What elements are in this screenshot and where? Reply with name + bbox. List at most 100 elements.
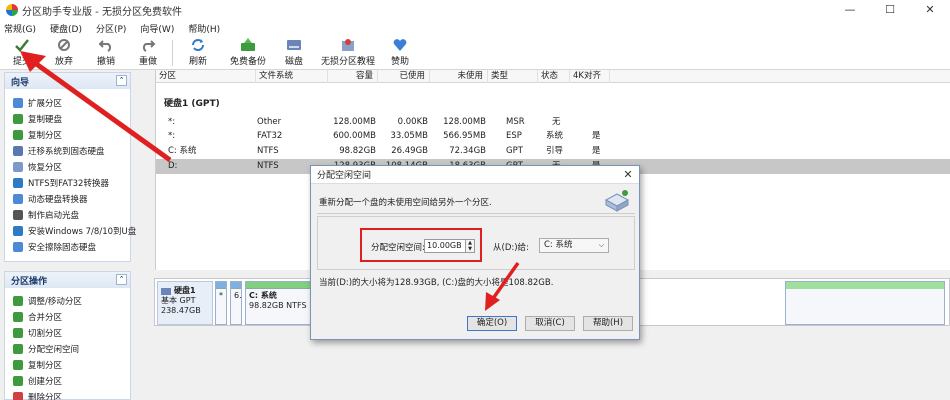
disk-title: 硬盘1 (GPT) [164,99,220,109]
table-row[interactable]: *: Other 128.00MB 0.00KB 128.00MB MSR 无 [156,115,950,130]
target-partition-select[interactable]: C: 系统 ⌵ [539,238,609,253]
merge-icon [13,312,23,322]
partition-segment[interactable]: 6. [230,281,242,325]
undo-icon [97,37,115,53]
disk-button[interactable]: 磁盘 [280,37,308,69]
help-button[interactable]: 帮助(H) [583,316,633,331]
table-row[interactable]: *: FAT32 600.00MB 33.05MB 566.95MB ESP 系… [156,129,950,144]
delete-icon [13,392,23,400]
menu-help[interactable]: 帮助(H) [188,22,220,35]
sponsor-label: 赞助 [390,57,409,67]
ops-item[interactable]: 切割分区 [5,325,130,341]
wizard-item[interactable]: 扩展分区 [5,95,130,111]
partition-segment-d[interactable] [785,281,945,325]
disk-wizard-icon [603,188,631,212]
convert-icon [13,178,23,188]
wizard-item[interactable]: 安装Windows 7/8/10到U盘 [5,223,136,239]
refresh-label: 刷新 [188,57,207,67]
free-backup-button[interactable]: 免费备份 [226,37,270,69]
ops-item[interactable]: 调整/移动分区 [5,293,130,309]
toolbar: 提交 放弃 撤销 重做 刷新 免费备份 磁盘 无损分区教程 赞助 [0,36,950,70]
tutorial-button[interactable]: 无损分区教程 [320,37,376,69]
wizard-item[interactable]: 复制分区 [5,127,130,143]
app-logo-icon [6,4,18,16]
left-panel: 向导 ⌃ 扩展分区 复制硬盘 复制分区 迁移系统到固态硬盘 恢复分区 NTFS到… [4,72,136,400]
chevron-down-icon: ⌵ [598,241,604,249]
windows-icon [13,226,23,236]
collapse-icon[interactable]: ⌃ [116,75,127,86]
col-used[interactable]: 已使用 [378,70,430,83]
col-capacity[interactable]: 容量 [328,70,378,83]
menu-wizard[interactable]: 向导(W) [140,22,174,35]
wizard-item[interactable]: 制作启动光盘 [5,207,130,223]
col-filesystem[interactable]: 文件系统 [256,70,328,83]
ops-item[interactable]: 分配空闲空间 [5,341,130,357]
resize-icon [13,296,23,306]
partition-ops-header: 分区操作 ⌃ [5,272,130,288]
close-window-button[interactable]: ✕ [910,0,950,20]
close-icon[interactable]: ✕ [621,168,635,182]
col-status[interactable]: 状态 [538,70,570,83]
migrate-icon [13,146,23,156]
partition-segment-c[interactable]: C: 系统 98.82GB NTFS [245,281,313,325]
window-title: 分区助手专业版 - 无损分区免费软件 [22,6,182,18]
menu-partition[interactable]: 分区(P) [96,22,126,35]
backup-icon [239,37,257,53]
commit-label: 提交 [12,57,31,67]
allocate-icon [13,344,23,354]
highlight-box [360,228,482,262]
col-partition[interactable]: 分区 [156,70,256,83]
menu-disk[interactable]: 硬盘(D) [50,22,82,35]
dialog-title: 分配空闲空间 [317,171,372,181]
erase-icon [13,242,23,252]
minimize-button[interactable]: — [830,0,870,20]
from-label: 从(D:)给: [493,243,529,253]
disk-icon [161,287,171,295]
allocate-free-space-dialog: 分配空闲空间 ✕ 重新分配一个盘的未使用空间给另外一个分区. 分配空闲空间: 1… [310,165,640,340]
discard-label: 放弃 [54,57,73,67]
extend-icon [13,98,23,108]
menu-general[interactable]: 常规(G) [4,22,36,35]
sponsor-button[interactable]: 赞助 [386,37,414,69]
copy-partition-icon [13,130,23,140]
ops-item[interactable]: 删除分区 [5,389,130,400]
dialog-description: 重新分配一个盘的未使用空间给另外一个分区. [319,198,492,208]
collapse-icon[interactable]: ⌃ [116,274,127,285]
ok-button[interactable]: 确定(O) [467,316,517,331]
maximize-button[interactable]: ☐ [870,0,910,20]
disk-label: 磁盘 [284,57,303,67]
toolbar-separator [172,40,173,66]
wizard-item[interactable]: 复制硬盘 [5,111,130,127]
col-4k[interactable]: 4K对齐 [570,70,610,83]
partition-segment[interactable]: * [215,281,227,325]
refresh-button[interactable]: 刷新 [184,37,212,69]
disk-map-label[interactable]: 硬盘1 基本 GPT 238.47GB [157,281,213,325]
dialog-info: 当前(D:)的大小将为128.93GB, (C:)盘的大小将是108.82GB. [319,278,554,288]
table-row[interactable]: C: 系统 NTFS 98.82GB 26.49GB 72.34GB GPT 引… [156,144,950,159]
dialog-separator [317,213,635,214]
tutorial-label: 无损分区教程 [320,57,375,67]
wizard-item[interactable]: 恢复分区 [5,159,130,175]
ops-item[interactable]: 创建分区 [5,373,130,389]
wizard-item[interactable]: NTFS到FAT32转换器 [5,175,130,191]
wizard-item[interactable]: 动态硬盘转换器 [5,191,130,207]
cancel-button[interactable]: 取消(C) [525,316,575,331]
tutorial-icon [339,37,357,53]
heart-icon [391,37,409,53]
wizard-item[interactable]: 迁移系统到固态硬盘 [5,143,130,159]
commit-button[interactable]: 提交 [8,37,36,69]
wizard-item[interactable]: 安全擦除固态硬盘 [5,239,130,255]
ops-item[interactable]: 复制分区 [5,357,130,373]
dynamic-disk-icon [13,194,23,204]
col-type[interactable]: 类型 [488,70,538,83]
free-backup-label: 免费备份 [229,57,266,67]
undo-button[interactable]: 撤销 [92,37,120,69]
copy-disk-icon [13,114,23,124]
wizard-panel: 向导 ⌃ 扩展分区 复制硬盘 复制分区 迁移系统到固态硬盘 恢复分区 NTFS到… [4,72,136,262]
redo-button[interactable]: 重做 [134,37,162,69]
col-unused[interactable]: 未使用 [430,70,488,83]
discard-button[interactable]: 放弃 [50,37,78,69]
boot-disc-icon [13,210,23,220]
disk-icon [285,37,303,53]
ops-item[interactable]: 合并分区 [5,309,130,325]
